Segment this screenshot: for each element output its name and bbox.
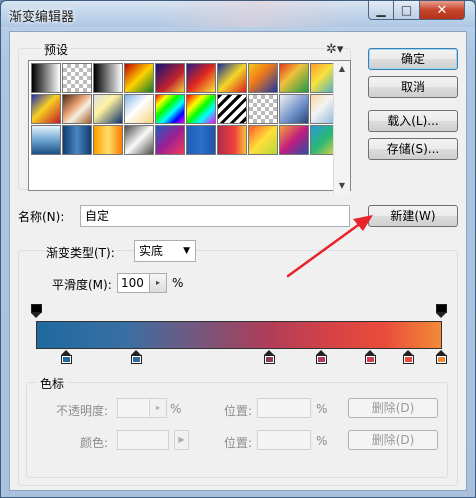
preset-swatch[interactable] [279, 63, 309, 93]
preset-swatch[interactable] [217, 94, 247, 124]
titlebar-decoration [155, 1, 355, 27]
close-icon: ✕ [436, 2, 448, 18]
opacity-position-unit: % [316, 402, 328, 416]
opacity-unit: % [170, 402, 182, 416]
gradient-editor-window: 渐变编辑器 ▁ □ ✕ 预设 ✲▾ ▲ ▼ 确定 取消 载入(L)... 存储(… [0, 0, 476, 498]
preset-swatch[interactable] [93, 63, 123, 93]
preset-swatch-grid [31, 63, 340, 155]
gradient-preview-bar[interactable] [36, 321, 442, 349]
gradient-type-value: 实底 [139, 244, 164, 258]
name-label: 名称(N): [18, 210, 65, 224]
color-stop[interactable] [61, 350, 72, 365]
cancel-button[interactable]: 取消 [368, 76, 458, 98]
title-bar[interactable]: 渐变编辑器 ▁ □ ✕ [1, 1, 475, 27]
scroll-up-icon[interactable]: ▲ [334, 61, 350, 77]
preset-swatch[interactable] [31, 94, 61, 124]
load-button[interactable]: 载入(L)... [368, 110, 458, 132]
minimize-icon: ▁ [376, 3, 386, 17]
delete-opacity-stop-button[interactable]: 删除(D) [348, 398, 438, 418]
preset-swatch[interactable] [31, 125, 61, 155]
color-position-input[interactable] [257, 430, 311, 450]
preset-swatch[interactable] [124, 94, 154, 124]
preset-swatch[interactable] [279, 125, 309, 155]
window-title: 渐变编辑器 [9, 10, 75, 25]
preset-swatch[interactable] [62, 63, 92, 93]
gear-icon[interactable]: ✲▾ [326, 42, 343, 57]
color-stop[interactable] [316, 350, 327, 365]
preset-swatch[interactable] [62, 94, 92, 124]
preset-swatch[interactable] [93, 94, 123, 124]
preset-swatch[interactable] [155, 125, 185, 155]
preset-swatch[interactable] [248, 94, 278, 124]
presets-label: 预设 [41, 41, 72, 58]
new-button[interactable]: 新建(W) [368, 205, 458, 227]
preset-swatch[interactable] [31, 63, 61, 93]
gradient-type-dropdown[interactable]: 实底 ▼ [134, 240, 196, 262]
delete-color-stop-button[interactable]: 删除(D) [348, 430, 438, 450]
preset-swatch[interactable] [186, 94, 216, 124]
preset-swatch[interactable] [186, 63, 216, 93]
smoothness-label: 平滑度(M): [52, 278, 112, 292]
opacity-label: 不透明度: [56, 404, 109, 418]
opacity-stop-right[interactable] [436, 304, 447, 319]
opacity-position-label: 位置: [224, 404, 253, 418]
preset-swatch-list: ▲ ▼ [28, 60, 351, 194]
dialog-body: 预设 ✲▾ ▲ ▼ 确定 取消 载入(L)... 存储(S)... 名称(N):… [9, 31, 467, 491]
color-stop[interactable] [264, 350, 275, 365]
close-button[interactable]: ✕ [419, 1, 465, 20]
save-button[interactable]: 存储(S)... [368, 138, 458, 160]
stepper-arrow-icon[interactable]: ▸ [149, 274, 166, 292]
gradient-type-label: 渐变类型(T): [44, 244, 117, 261]
maximize-button[interactable]: □ [393, 1, 420, 20]
stops-group-label: 色标 [37, 375, 68, 392]
opacity-stop-left[interactable] [31, 304, 42, 319]
stepper-arrow-icon[interactable]: ▸ [149, 399, 166, 417]
color-stop[interactable] [365, 350, 376, 365]
maximize-icon: □ [400, 3, 413, 17]
preset-swatch[interactable] [186, 125, 216, 155]
opacity-position-input[interactable] [257, 398, 311, 418]
preset-swatch[interactable] [279, 94, 309, 124]
preset-scrollbar[interactable]: ▲ ▼ [333, 61, 350, 194]
smoothness-value: 100 [121, 276, 144, 290]
scroll-down-icon[interactable]: ▼ [334, 178, 350, 194]
ok-button[interactable]: 确定 [368, 48, 458, 70]
preset-swatch[interactable] [155, 63, 185, 93]
smoothness-unit: % [172, 276, 184, 290]
preset-swatch[interactable] [217, 63, 247, 93]
color-stop[interactable] [131, 350, 142, 365]
preset-swatch[interactable] [248, 63, 278, 93]
preset-swatch[interactable] [217, 125, 247, 155]
preset-swatch[interactable] [248, 125, 278, 155]
color-position-label: 位置: [224, 436, 253, 450]
preset-swatch[interactable] [124, 125, 154, 155]
minimize-button[interactable]: ▁ [368, 1, 394, 20]
preset-swatch[interactable] [62, 125, 92, 155]
color-position-unit: % [316, 434, 328, 448]
opacity-input[interactable]: ▸ [117, 398, 167, 418]
chevron-right-icon[interactable]: ▶ [175, 431, 188, 449]
color-stop[interactable] [436, 350, 447, 365]
preset-swatch[interactable] [155, 94, 185, 124]
preset-swatch[interactable] [124, 63, 154, 93]
chevron-down-icon: ▼ [183, 246, 190, 256]
color-stop[interactable] [403, 350, 414, 365]
color-label: 颜色: [80, 436, 109, 450]
preset-swatch[interactable] [93, 125, 123, 155]
name-input[interactable]: 自定 [80, 205, 350, 227]
color-picker-toggle[interactable]: ▶ [174, 430, 189, 450]
smoothness-input[interactable]: 100 ▸ [117, 273, 167, 293]
color-swatch-input[interactable] [117, 430, 169, 450]
